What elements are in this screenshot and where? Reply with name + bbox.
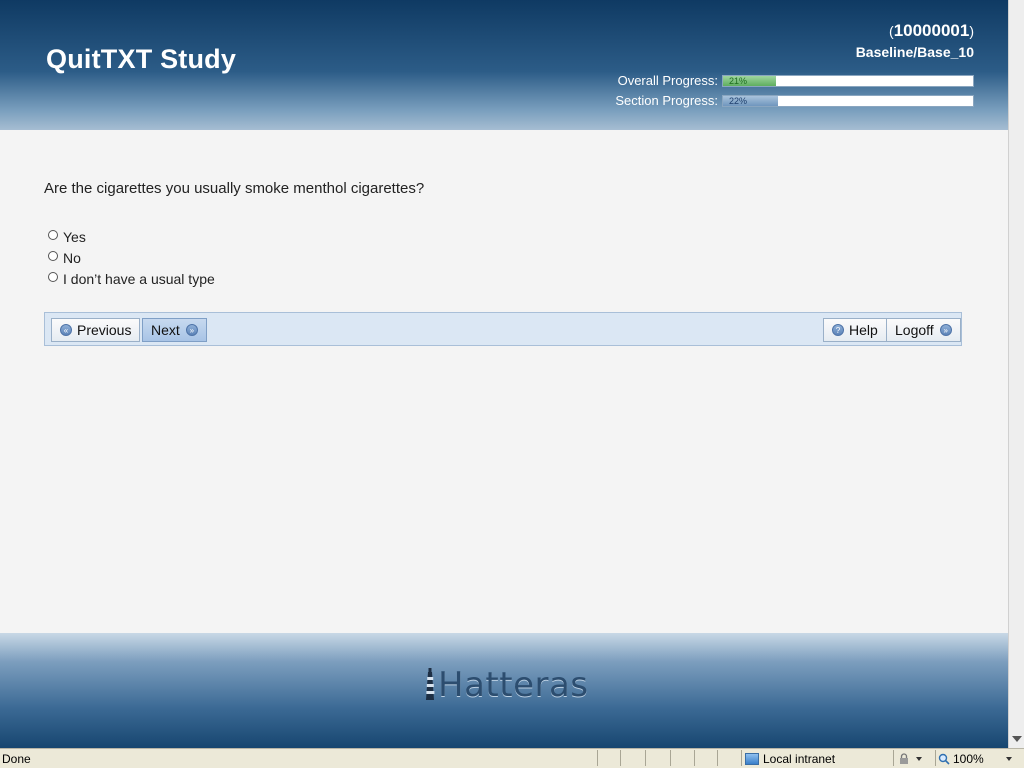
option-no[interactable]: No <box>48 247 215 268</box>
radio-yes[interactable] <box>48 229 58 240</box>
hatteras-logo: Hatteras <box>424 665 589 705</box>
radio-no-usual-type[interactable] <box>48 271 58 282</box>
section-progress-bar: 22% <box>722 94 974 107</box>
vertical-scrollbar[interactable] <box>1008 0 1024 748</box>
lighthouse-icon <box>426 668 435 700</box>
option-yes-label: Yes <box>63 228 86 245</box>
help-button[interactable]: ? Help <box>823 318 887 342</box>
previous-button[interactable]: « Previous <box>51 318 141 342</box>
zoom-icon <box>938 753 950 765</box>
header: QuitTXT Study (10000001) Baseline/Base_1… <box>0 0 1008 130</box>
logoff-arrow-icon: » <box>939 324 952 336</box>
option-no-usual-type-label: I don’t have a usual type <box>63 270 215 287</box>
participant-id: (10000001) <box>889 21 974 41</box>
security-zone[interactable]: Local intranet <box>745 750 835 767</box>
chevron-down-icon <box>1005 756 1012 761</box>
scroll-down-arrow-icon[interactable] <box>1012 736 1022 742</box>
status-cell <box>645 750 665 766</box>
overall-progress: Overall Progress: 21% <box>614 73 974 88</box>
overall-progress-bar: 21% <box>722 74 974 87</box>
study-title: QuitTXT Study <box>46 44 237 74</box>
zoom-control[interactable]: 100% <box>938 750 1012 767</box>
zone-label: Local intranet <box>763 751 836 766</box>
previous-label: Previous <box>77 322 132 338</box>
option-yes[interactable]: Yes <box>48 226 215 247</box>
participant-id-value: 10000001 <box>893 21 970 40</box>
section-progress-text: 22% <box>729 95 748 106</box>
zoom-label: 100% <box>953 751 984 766</box>
question-text: Are the cigarettes you usually smoke men… <box>44 180 425 197</box>
next-label: Next <box>151 322 180 338</box>
status-cell <box>620 750 640 766</box>
navigation-bar: « Previous Next » ? Help Logoff » <box>44 312 962 346</box>
help-label: Help <box>849 322 878 338</box>
status-cell <box>670 750 690 766</box>
logoff-button[interactable]: Logoff » <box>886 318 961 342</box>
section-progress: Section Progress: 22% <box>614 93 974 108</box>
status-cell <box>717 750 739 766</box>
paren-close: ) <box>969 23 974 39</box>
overall-progress-text: 21% <box>729 75 748 86</box>
main-content: Are the cigarettes you usually smoke men… <box>0 130 1008 633</box>
previous-arrow-icon: « <box>60 324 72 336</box>
answer-options: Yes No I don’t have a usual type <box>48 226 215 289</box>
logo-text: Hatteras <box>438 665 589 705</box>
option-no-usual-type[interactable]: I don’t have a usual type <box>48 268 215 289</box>
status-cell <box>597 750 617 766</box>
overall-progress-label: Overall Progress: <box>617 73 718 88</box>
footer: Hatteras <box>0 633 1008 748</box>
globe-icon <box>745 752 759 765</box>
lock-icon <box>900 752 908 764</box>
option-no-label: No <box>63 249 81 266</box>
next-arrow-icon: » <box>185 324 198 336</box>
radio-no[interactable] <box>48 250 58 261</box>
next-button[interactable]: Next » <box>142 318 207 342</box>
status-cell <box>694 750 714 766</box>
protected-mode[interactable] <box>898 750 922 767</box>
status-text: Done <box>2 752 31 766</box>
current-step: Baseline/Base_10 <box>855 44 974 60</box>
logoff-label: Logoff <box>895 322 934 338</box>
chevron-down-icon <box>916 756 922 761</box>
browser-status-bar: Done Local intranet 100% <box>0 748 1024 768</box>
help-icon: ? <box>832 324 844 336</box>
section-progress-label: Section Progress: <box>615 93 718 108</box>
